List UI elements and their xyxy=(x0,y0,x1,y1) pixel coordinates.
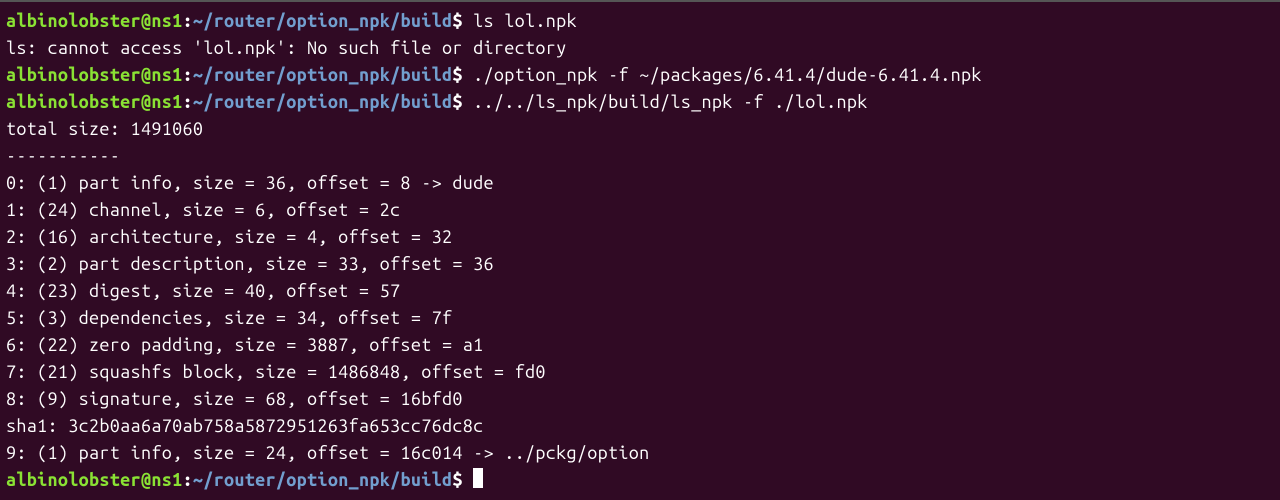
terminal-line: albinolobster@ns1:~/router/option_npk/bu… xyxy=(6,89,1274,116)
terminal-line: albinolobster@ns1:~/router/option_npk/bu… xyxy=(6,467,1274,494)
terminal-line: albinolobster@ns1:~/router/option_npk/bu… xyxy=(6,8,1274,35)
output-line: 2: (16) architecture, size = 4, offset =… xyxy=(6,224,1274,251)
prompt-colon: : xyxy=(182,11,192,31)
prompt-host: ns1 xyxy=(151,65,182,85)
prompt-user: albinolobster xyxy=(6,470,141,490)
prompt-user: albinolobster xyxy=(6,11,141,31)
prompt-at: @ xyxy=(141,92,151,112)
prompt-dollar: $ xyxy=(452,65,462,85)
output-line: 5: (3) dependencies, size = 34, offset =… xyxy=(6,305,1274,332)
prompt-path: ~/router/option_npk/build xyxy=(193,11,453,31)
output-line: 8: (9) signature, size = 68, offset = 16… xyxy=(6,386,1274,413)
prompt-path: ~/router/option_npk/build xyxy=(193,470,453,490)
output-line: 7: (21) squashfs block, size = 1486848, … xyxy=(6,359,1274,386)
output-line: sha1: 3c2b0aa6a70ab758a5872951263fa653cc… xyxy=(6,413,1274,440)
output-line: total size: 1491060 xyxy=(6,116,1274,143)
terminal-line: albinolobster@ns1:~/router/option_npk/bu… xyxy=(6,62,1274,89)
output-line: 1: (24) channel, size = 6, offset = 2c xyxy=(6,197,1274,224)
command-text: ./option_npk -f ~/packages/6.41.4/dude-6… xyxy=(463,65,982,85)
prompt-colon: : xyxy=(182,92,192,112)
output-line: ls: cannot access 'lol.npk': No such fil… xyxy=(6,35,1274,62)
prompt-at: @ xyxy=(141,470,151,490)
command-text: ls lol.npk xyxy=(463,11,577,31)
prompt-at: @ xyxy=(141,11,151,31)
prompt-dollar: $ xyxy=(452,11,462,31)
prompt-colon: : xyxy=(182,470,192,490)
prompt-path: ~/router/option_npk/build xyxy=(193,92,453,112)
output-line: 9: (1) part info, size = 24, offset = 16… xyxy=(6,440,1274,467)
output-line: 6: (22) zero padding, size = 3887, offse… xyxy=(6,332,1274,359)
prompt-colon: : xyxy=(182,65,192,85)
output-line: 4: (23) digest, size = 40, offset = 57 xyxy=(6,278,1274,305)
prompt-dollar: $ xyxy=(452,92,462,112)
prompt-at: @ xyxy=(141,65,151,85)
cursor-icon xyxy=(473,468,483,488)
prompt-dollar: $ xyxy=(452,470,462,490)
prompt-host: ns1 xyxy=(151,470,182,490)
output-line: 0: (1) part info, size = 36, offset = 8 … xyxy=(6,170,1274,197)
prompt-user: albinolobster xyxy=(6,65,141,85)
prompt-path: ~/router/option_npk/build xyxy=(193,65,453,85)
output-line: ----------- xyxy=(6,143,1274,170)
prompt-host: ns1 xyxy=(151,92,182,112)
command-text xyxy=(463,470,473,490)
command-text: ../../ls_npk/build/ls_npk -f ./lol.npk xyxy=(463,92,868,112)
prompt-user: albinolobster xyxy=(6,92,141,112)
terminal-window[interactable]: albinolobster@ns1:~/router/option_npk/bu… xyxy=(0,0,1280,500)
output-line: 3: (2) part description, size = 33, offs… xyxy=(6,251,1274,278)
prompt-host: ns1 xyxy=(151,11,182,31)
